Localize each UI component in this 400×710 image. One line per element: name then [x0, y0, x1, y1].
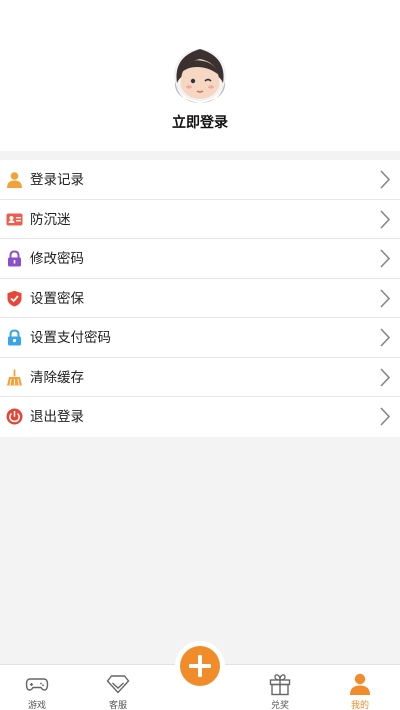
center-plus-button[interactable]	[180, 646, 220, 686]
menu-item-clear-cache[interactable]: 清除缓存	[0, 358, 400, 397]
menu-item-change-password[interactable]: 修改密码	[0, 239, 400, 279]
settings-menu: 登录记录 防沉迷 修改密码 设置密保 设置支付密码 清除缓存 退出登录	[0, 160, 400, 437]
gift-icon	[269, 674, 291, 696]
chevron-right-icon	[380, 249, 390, 268]
plus-icon	[189, 655, 211, 677]
id-card-icon	[6, 213, 23, 225]
menu-item-label: 退出登录	[30, 409, 84, 425]
center-button-container	[175, 641, 225, 691]
menu-item-label: 设置密保	[30, 290, 84, 307]
tab-rewards[interactable]: 兑奖	[250, 665, 310, 710]
menu-item-payment-password[interactable]: 设置支付密码	[0, 318, 400, 358]
menu-item-label: 设置支付密码	[30, 330, 111, 346]
tab-mine[interactable]: 我的	[330, 665, 390, 710]
chevron-right-icon	[380, 288, 390, 308]
menu-item-logout[interactable]: 退出登录	[0, 397, 400, 437]
cartoon-girl-avatar-icon	[174, 49, 226, 103]
chevron-right-icon	[380, 367, 390, 387]
tab-customer-service[interactable]: 客服	[88, 665, 148, 710]
chevron-right-icon	[380, 209, 390, 229]
user-icon	[7, 172, 22, 188]
menu-item-label: 登录记录	[30, 172, 84, 188]
tab-label: 兑奖	[270, 701, 289, 710]
lock-icon	[8, 329, 21, 346]
power-icon	[6, 408, 23, 425]
diamond-icon	[106, 675, 130, 694]
avatar[interactable]	[173, 43, 227, 103]
broom-icon	[7, 369, 22, 385]
user-icon	[350, 673, 370, 695]
profile-header: 立即登录	[0, 0, 400, 151]
menu-item-label: 防沉迷	[30, 211, 71, 228]
shield-icon	[7, 290, 22, 306]
chevron-right-icon	[380, 170, 390, 189]
menu-item-label: 清除缓存	[30, 369, 84, 386]
lock-icon	[8, 250, 21, 267]
menu-item-security-question[interactable]: 设置密保	[0, 279, 400, 318]
tab-games[interactable]: 游戏	[7, 665, 67, 710]
gamepad-icon	[25, 678, 49, 691]
chevron-right-icon	[380, 407, 390, 426]
tab-label: 客服	[108, 701, 127, 710]
menu-item-login-record[interactable]: 登录记录	[0, 160, 400, 200]
menu-item-label: 修改密码	[30, 251, 84, 267]
menu-item-anti-addiction[interactable]: 防沉迷	[0, 200, 400, 239]
chevron-right-icon	[380, 328, 390, 347]
login-link[interactable]: 立即登录	[0, 112, 400, 132]
tab-label: 游戏	[27, 701, 46, 710]
tab-label: 我的	[350, 701, 369, 710]
